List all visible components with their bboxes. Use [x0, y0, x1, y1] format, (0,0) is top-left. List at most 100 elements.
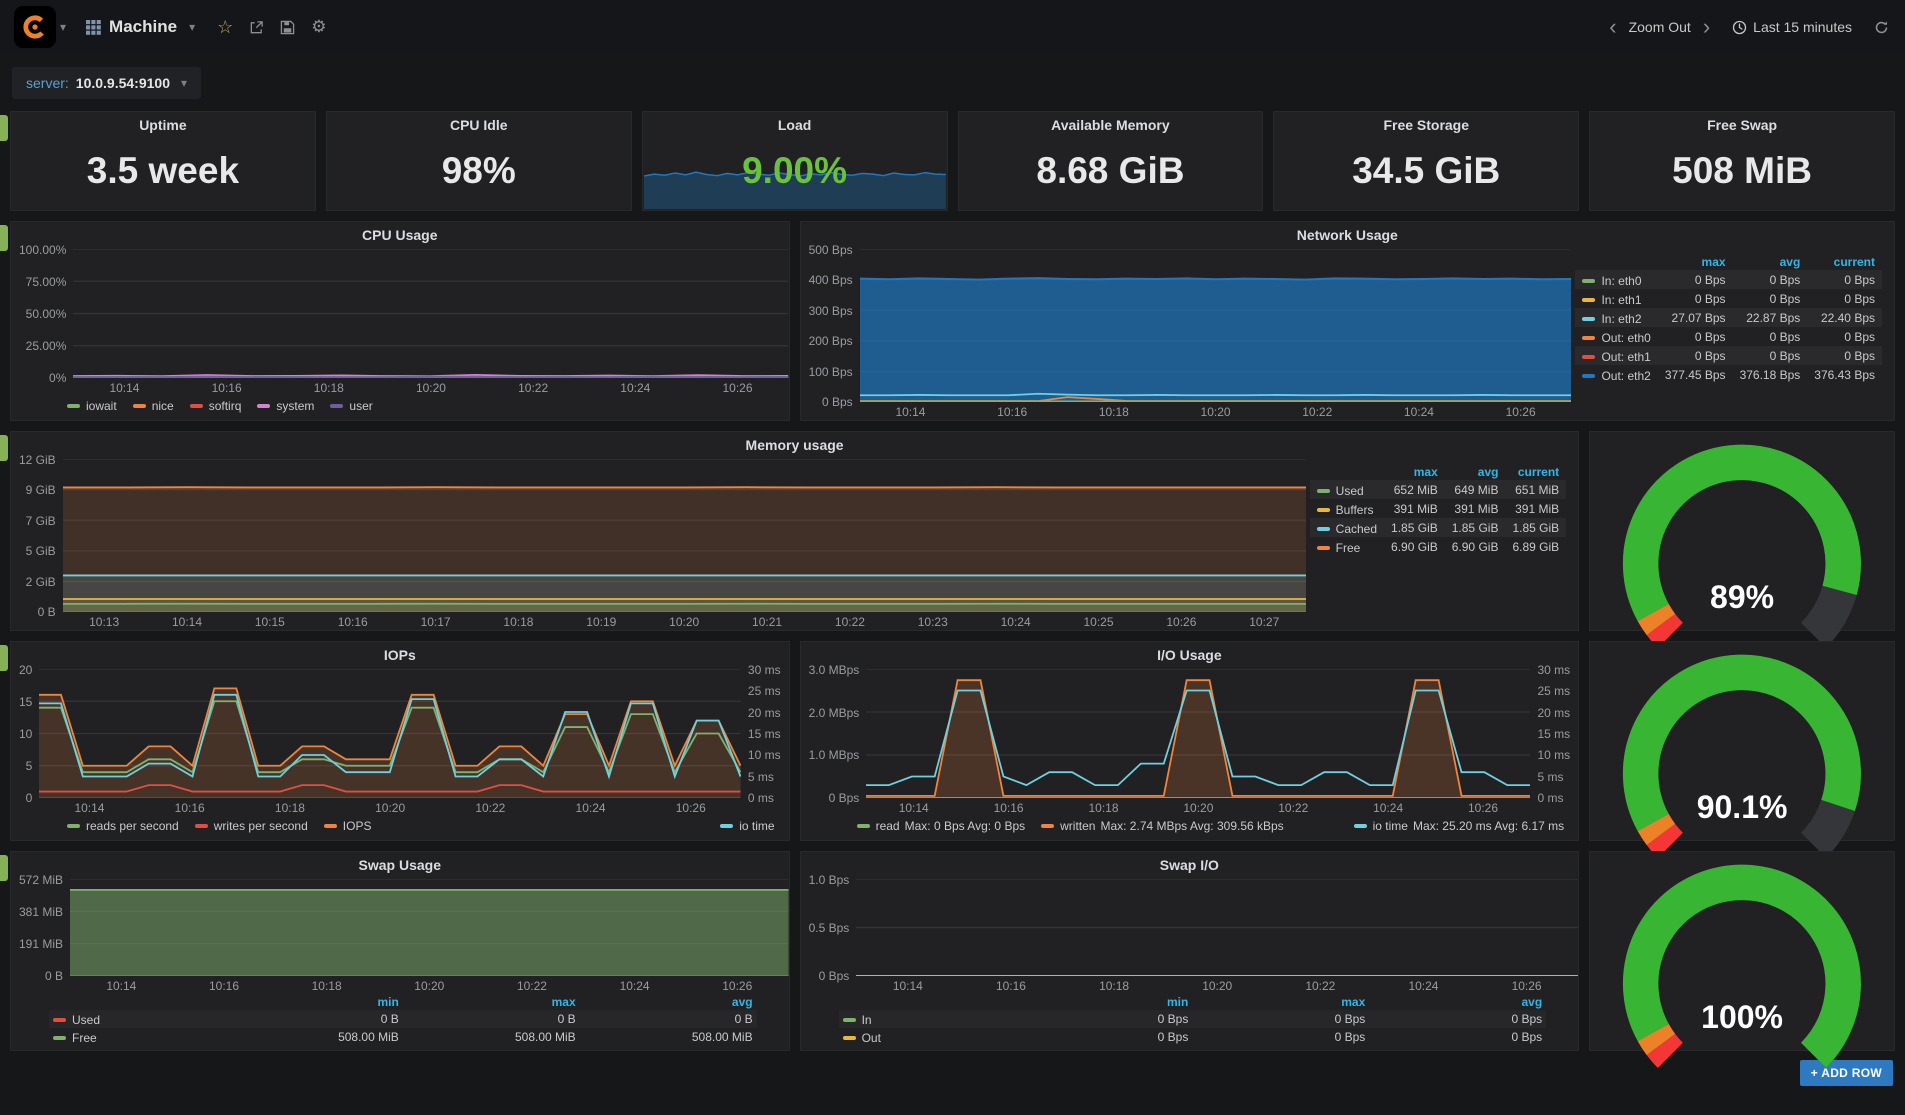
legend-col-header[interactable]: max — [403, 994, 580, 1010]
legend-label: Out: eth0 — [1601, 330, 1651, 345]
legend-item[interactable]: reads per second — [67, 819, 179, 833]
panel-title[interactable]: Free Storage — [1274, 112, 1578, 139]
legend-item[interactable]: Out: eth0 — [1582, 330, 1651, 345]
plot-area[interactable] — [70, 879, 789, 976]
legend-item[interactable]: iowait — [67, 399, 117, 413]
time-range-picker[interactable]: Last 15 minutes — [1722, 19, 1862, 35]
legend-item[interactable]: io time Max: 25.20 ms Avg: 6.17 ms — [1353, 819, 1564, 833]
refresh-button[interactable] — [1866, 16, 1891, 39]
y-tick-label: 0 ms — [1537, 790, 1564, 805]
legend-item[interactable]: Free — [1316, 541, 1360, 555]
row-collapse-handle[interactable] — [0, 645, 8, 671]
legend-col-header[interactable]: avg — [1445, 463, 1506, 480]
gauge-value: 90.1% — [1696, 789, 1788, 826]
legend-stat: 0 B — [557, 1012, 576, 1026]
legend-col-header[interactable]: max — [1658, 253, 1733, 270]
legend-item[interactable]: Out — [842, 1031, 881, 1045]
legend-item[interactable]: written Max: 2.74 MBps Avg: 309.56 kBps — [1041, 819, 1284, 833]
star-button[interactable]: ☆ — [209, 13, 241, 42]
legend-col-header[interactable]: min — [226, 994, 403, 1010]
legend-item[interactable]: Used — [1316, 483, 1364, 498]
panel-title[interactable]: Available Memory — [959, 112, 1263, 139]
save-button[interactable] — [272, 16, 303, 39]
dashboard-picker[interactable]: Machine ▾ — [86, 17, 195, 37]
panel-free-swap-stat: Free Swap 508 MiB — [1589, 111, 1895, 211]
legend-item[interactable]: Used — [53, 1013, 100, 1027]
time-shift-left-button[interactable]: ‹ — [1601, 16, 1624, 38]
legend-col-header[interactable]: max — [1384, 463, 1445, 480]
legend-label: Out: eth2 — [1601, 368, 1651, 383]
panel-title[interactable]: IOPs — [11, 642, 789, 669]
logo-caret-icon[interactable]: ▾ — [60, 20, 66, 34]
plot-area[interactable] — [39, 669, 741, 798]
settings-button[interactable]: ⚙ — [303, 13, 334, 41]
y-tick-label: 191 MiB — [19, 937, 64, 951]
legend-swatch — [1316, 526, 1330, 531]
panel-title[interactable]: Swap I/O — [801, 852, 1579, 879]
x-axis: 10:14 10:16 10:18 10:20 10:22 10:24 10:26 — [856, 976, 1578, 994]
panel-uptime: Uptime 3.5 week — [0, 111, 316, 211]
share-button[interactable] — [241, 16, 272, 39]
legend-item[interactable]: user — [330, 399, 373, 413]
legend-item[interactable]: Cached — [1316, 522, 1377, 536]
legend-row: Out: eth1 0 Bps 0 Bps 0 Bps — [1575, 346, 1882, 365]
row-collapse-handle[interactable] — [0, 855, 8, 881]
row-collapse-handle[interactable] — [0, 225, 8, 251]
panel-title[interactable]: CPU Idle — [327, 112, 631, 139]
legend-col-header[interactable]: avg — [580, 994, 757, 1010]
x-tick-label: 10:16 — [211, 381, 242, 395]
plot-area[interactable] — [859, 249, 1572, 402]
legend-item[interactable]: Out: eth1 — [1582, 350, 1651, 364]
panel-title[interactable]: Swap Usage — [11, 852, 789, 879]
legend-item[interactable]: IOPS — [323, 819, 371, 833]
x-tick-label: 10:20 — [1183, 801, 1214, 815]
legend-col-header[interactable]: avg — [1369, 994, 1546, 1010]
legend-label: In: eth0 — [1601, 273, 1642, 288]
legend-item[interactable]: read Max: 0 Bps Avg: 0 Bps — [856, 819, 1025, 833]
legend-col-header[interactable]: current — [1807, 253, 1882, 270]
legend-item[interactable]: In: eth2 — [1582, 311, 1642, 326]
x-tick-label: 10:15 — [254, 615, 285, 629]
row-collapse-handle[interactable] — [0, 115, 8, 141]
panel-title[interactable]: I/O Usage — [801, 642, 1579, 669]
server-variable-dropdown[interactable]: server: 10.0.9.54:9100 ▾ — [12, 67, 202, 99]
plot-area[interactable] — [62, 459, 1306, 612]
x-tick-label: 10:22 — [1278, 801, 1309, 815]
panel-title[interactable]: CPU Usage — [11, 222, 789, 249]
zoom-out-button[interactable]: Zoom Out — [1629, 19, 1691, 35]
legend-col-header[interactable]: min — [1015, 994, 1192, 1010]
grafana-logo-button[interactable] — [14, 6, 56, 48]
legend-label: In: eth2 — [1601, 311, 1642, 326]
legend-item[interactable]: Out: eth2 — [1582, 368, 1651, 383]
legend-item[interactable]: In: eth1 — [1582, 293, 1642, 307]
plot-area[interactable] — [856, 879, 1578, 976]
legend-label: Used — [1335, 483, 1364, 498]
row-collapse-handle[interactable] — [0, 435, 8, 461]
legend-col-header[interactable]: current — [1505, 463, 1566, 480]
legend-item[interactable]: Free — [53, 1031, 97, 1045]
panel-title[interactable]: Load — [643, 112, 947, 139]
legend-stat: 0 Bps — [1157, 1030, 1189, 1044]
legend-label: iowait — [86, 399, 117, 413]
legend-item[interactable]: io time — [720, 819, 775, 833]
time-shift-right-button[interactable]: › — [1695, 16, 1718, 38]
legend-item[interactable]: In: eth0 — [1582, 273, 1642, 288]
panel-title[interactable]: Network Usage — [801, 222, 1894, 249]
legend-item[interactable]: In — [842, 1013, 872, 1027]
panel-title[interactable]: Uptime — [11, 112, 315, 139]
legend-swatch — [132, 404, 146, 408]
panel-title[interactable]: Free Swap — [1590, 112, 1894, 139]
legend-col-header[interactable]: avg — [1733, 253, 1808, 270]
legend-item[interactable]: softirq — [189, 399, 241, 413]
gear-icon: ⚙ — [311, 17, 327, 36]
x-tick-label: 10:14 — [109, 381, 140, 395]
legend-item[interactable]: nice — [132, 399, 174, 413]
plot-area[interactable] — [73, 249, 788, 378]
legend-item[interactable]: writes per second — [194, 819, 308, 833]
legend-item[interactable]: system — [257, 399, 314, 413]
legend-item[interactable]: Buffers — [1316, 503, 1373, 517]
legend-swatch — [856, 824, 870, 828]
legend-col-header[interactable]: max — [1192, 994, 1369, 1010]
panel-title[interactable]: Memory usage — [11, 432, 1578, 459]
plot-area[interactable] — [866, 669, 1531, 798]
